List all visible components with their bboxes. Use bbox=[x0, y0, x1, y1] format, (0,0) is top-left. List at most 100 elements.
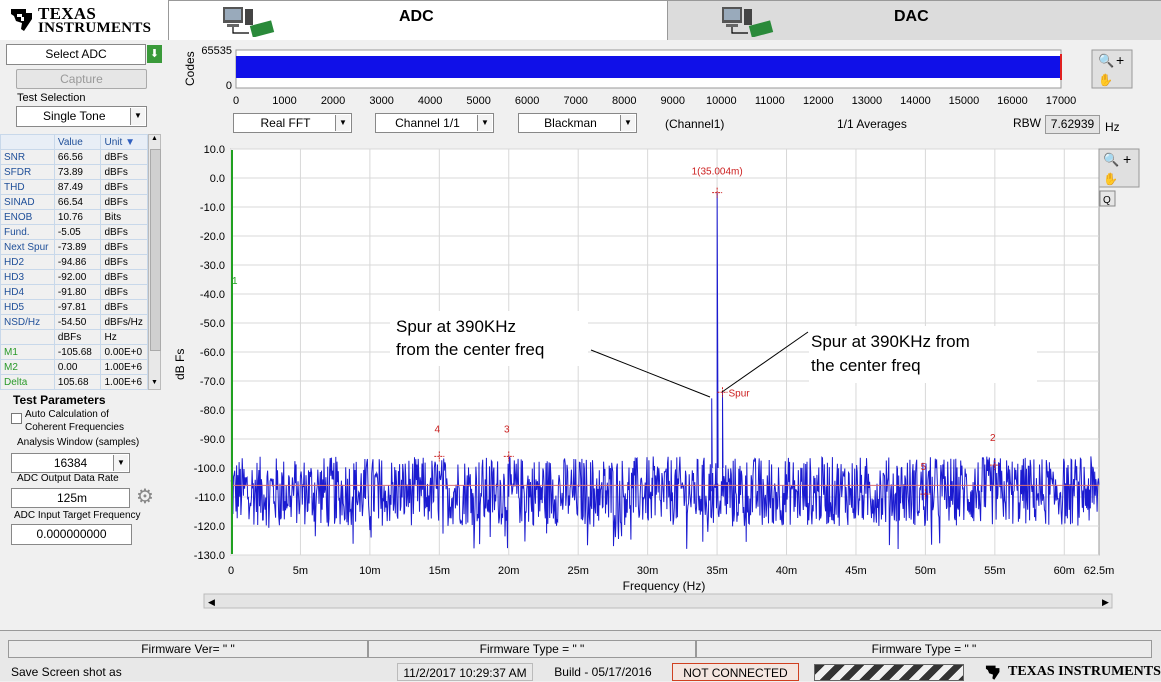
marker-label: 2 bbox=[990, 433, 996, 444]
output-rate-input[interactable]: 125m bbox=[11, 488, 130, 508]
table-cell-value: 87.49 bbox=[53, 179, 102, 195]
annotation-left-line1: Spur at 390KHz bbox=[396, 317, 516, 336]
analysis-window-dropdown[interactable]: 16384 ▼ bbox=[11, 453, 130, 473]
table-cell-unit: dBFs bbox=[100, 149, 148, 165]
table-cell-name: HD2 bbox=[0, 254, 55, 270]
output-rate-value: 125m bbox=[56, 491, 87, 505]
select-adc-dropdown[interactable]: Select ADC bbox=[6, 44, 146, 65]
table-cell-name: SNR bbox=[0, 149, 55, 165]
hand-icon[interactable]: ✋ bbox=[1098, 73, 1113, 87]
gear-icon[interactable]: ⚙ bbox=[136, 487, 156, 507]
capture-xtick: 13000 bbox=[852, 95, 883, 107]
tab-adc[interactable]: ADC bbox=[168, 0, 669, 40]
y-tick-label: -30.0 bbox=[200, 260, 225, 272]
table-cell-value: 66.56 bbox=[53, 149, 102, 165]
channel-label: (Channel1) bbox=[665, 117, 725, 131]
plus-icon[interactable]: + bbox=[1116, 52, 1124, 68]
firmware-type-1: Firmware Type = " " bbox=[368, 640, 696, 658]
tab-adc-label: ADC bbox=[399, 8, 434, 25]
table-cell-name: HD3 bbox=[0, 269, 55, 285]
ti-logo: Texas Instruments bbox=[0, 0, 168, 40]
auto-calc-checkbox[interactable] bbox=[11, 413, 22, 424]
table-cell-unit: 1.00E+6 bbox=[100, 374, 148, 390]
table-cell-name: HD5 bbox=[0, 299, 55, 315]
fft-type-dropdown[interactable]: Real FFT ▼ bbox=[233, 113, 352, 133]
capture-button[interactable]: Capture bbox=[16, 69, 147, 89]
capture-xtick: 0 bbox=[233, 95, 239, 107]
green-arrow-icon[interactable]: ⬇ bbox=[147, 45, 162, 63]
scroll-right-icon[interactable]: ▶ bbox=[1102, 597, 1109, 607]
table-cell-value: -54.50 bbox=[53, 314, 102, 330]
activity-indicator bbox=[814, 664, 964, 681]
table-cell-name: THD bbox=[0, 179, 55, 195]
marker-label: Spur bbox=[728, 388, 750, 399]
capture-xtick: 15000 bbox=[949, 95, 980, 107]
table-cell-value: -97.81 bbox=[53, 299, 102, 315]
table-row: HD2 -94.86 dBFs bbox=[0, 254, 148, 270]
table-header-row: Value Unit ▼ bbox=[0, 134, 148, 150]
x-tick-label: 62.5m bbox=[1084, 565, 1115, 577]
table-cell-unit: dBFs bbox=[100, 239, 148, 255]
table-cell-unit: dBFs bbox=[100, 164, 148, 180]
plus-icon[interactable]: + bbox=[1123, 151, 1131, 167]
autoscale-icon: Q bbox=[1103, 195, 1111, 206]
chevron-down-icon: ▼ bbox=[477, 115, 492, 131]
table-cell-unit: Hz bbox=[100, 329, 148, 345]
x-tick-label: 50m bbox=[915, 565, 936, 577]
capture-xtick: 16000 bbox=[997, 95, 1028, 107]
y-tick-label: -130.0 bbox=[194, 550, 225, 562]
table-row: ENOB 10.76 Bits bbox=[0, 209, 148, 225]
table-row: HD4 -91.80 dBFs bbox=[0, 284, 148, 300]
chevron-down-icon: ▼ bbox=[335, 115, 350, 131]
table-scrollbar[interactable]: ▲ ▼ bbox=[148, 134, 161, 390]
save-screenshot-label[interactable]: Save Screen shot as bbox=[11, 663, 122, 681]
capture-trace bbox=[236, 56, 1062, 78]
spectrum-scrollbar[interactable] bbox=[203, 593, 1113, 609]
test-selection-dropdown[interactable]: Single Tone ▼ bbox=[16, 106, 147, 127]
tab-dac[interactable]: DAC bbox=[667, 0, 1161, 41]
capture-xtick: 14000 bbox=[900, 95, 931, 107]
ti-brand: Texas Instruments bbox=[1008, 664, 1161, 679]
annotation-right-line2: the center freq bbox=[811, 356, 921, 375]
scroll-down-icon[interactable]: ▼ bbox=[150, 379, 159, 389]
table-cell-unit: dBFs bbox=[100, 224, 148, 240]
scroll-left-icon[interactable]: ◀ bbox=[208, 597, 215, 607]
left-panel: Select ADC ⬇ Capture Test Selection Sing… bbox=[0, 40, 168, 630]
table-cell-unit: Bits bbox=[100, 209, 148, 225]
table-cell-value: -92.00 bbox=[53, 269, 102, 285]
table-cell-name: ENOB bbox=[0, 209, 55, 225]
table-cell-unit: dBFs bbox=[100, 194, 148, 210]
capture-xtick: 7000 bbox=[563, 95, 587, 107]
hand-icon[interactable]: ✋ bbox=[1103, 172, 1118, 186]
spectrum-xlabel: Frequency (Hz) bbox=[623, 579, 706, 593]
table-header-unit[interactable]: Unit ▼ bbox=[100, 134, 148, 150]
computer-board-icon bbox=[722, 7, 774, 37]
y-tick-label: -70.0 bbox=[200, 376, 225, 388]
chevron-down-icon: ▼ bbox=[113, 455, 128, 471]
table-cell-name bbox=[0, 329, 55, 345]
input-freq-input[interactable]: 0.000000000 bbox=[11, 524, 132, 545]
scroll-up-icon[interactable]: ▲ bbox=[150, 135, 159, 145]
x-tick-label: 15m bbox=[429, 565, 450, 577]
table-row: M2 0.00 1.00E+6 bbox=[0, 359, 148, 375]
scroll-thumb[interactable] bbox=[150, 149, 161, 351]
table-cell-name: Delta bbox=[0, 374, 55, 390]
zoom-icon[interactable]: 🔍 bbox=[1103, 151, 1119, 167]
y-tick-label: -90.0 bbox=[200, 434, 225, 446]
table-header-value: Value bbox=[53, 134, 102, 150]
capture-xtick: 11000 bbox=[755, 95, 785, 107]
test-params-title: Test Parameters bbox=[13, 393, 106, 407]
marker-label: 1(35.004m) bbox=[692, 167, 743, 178]
status-footer: Firmware Ver= " " Firmware Type = " " Fi… bbox=[0, 630, 1161, 681]
zoom-icon[interactable]: 🔍 bbox=[1098, 52, 1114, 68]
annotation-left-line2: from the center freq bbox=[396, 340, 544, 359]
y-tick-label: -20.0 bbox=[200, 231, 225, 243]
logo-line2: Instruments bbox=[38, 20, 152, 36]
window-dropdown[interactable]: Blackman ▼ bbox=[518, 113, 637, 133]
table-cell-name: SFDR bbox=[0, 164, 55, 180]
channel-dropdown[interactable]: Channel 1/1 ▼ bbox=[375, 113, 494, 133]
y-tick-label: -100.0 bbox=[194, 463, 225, 475]
capture-plot: Codes 65535 0 0 1000 2000 3000 4000 5000 6000 7… bbox=[183, 45, 1076, 107]
table-row: Fund. -5.05 dBFs bbox=[0, 224, 148, 240]
spectrum-ylabel: dB Fs bbox=[173, 349, 187, 380]
